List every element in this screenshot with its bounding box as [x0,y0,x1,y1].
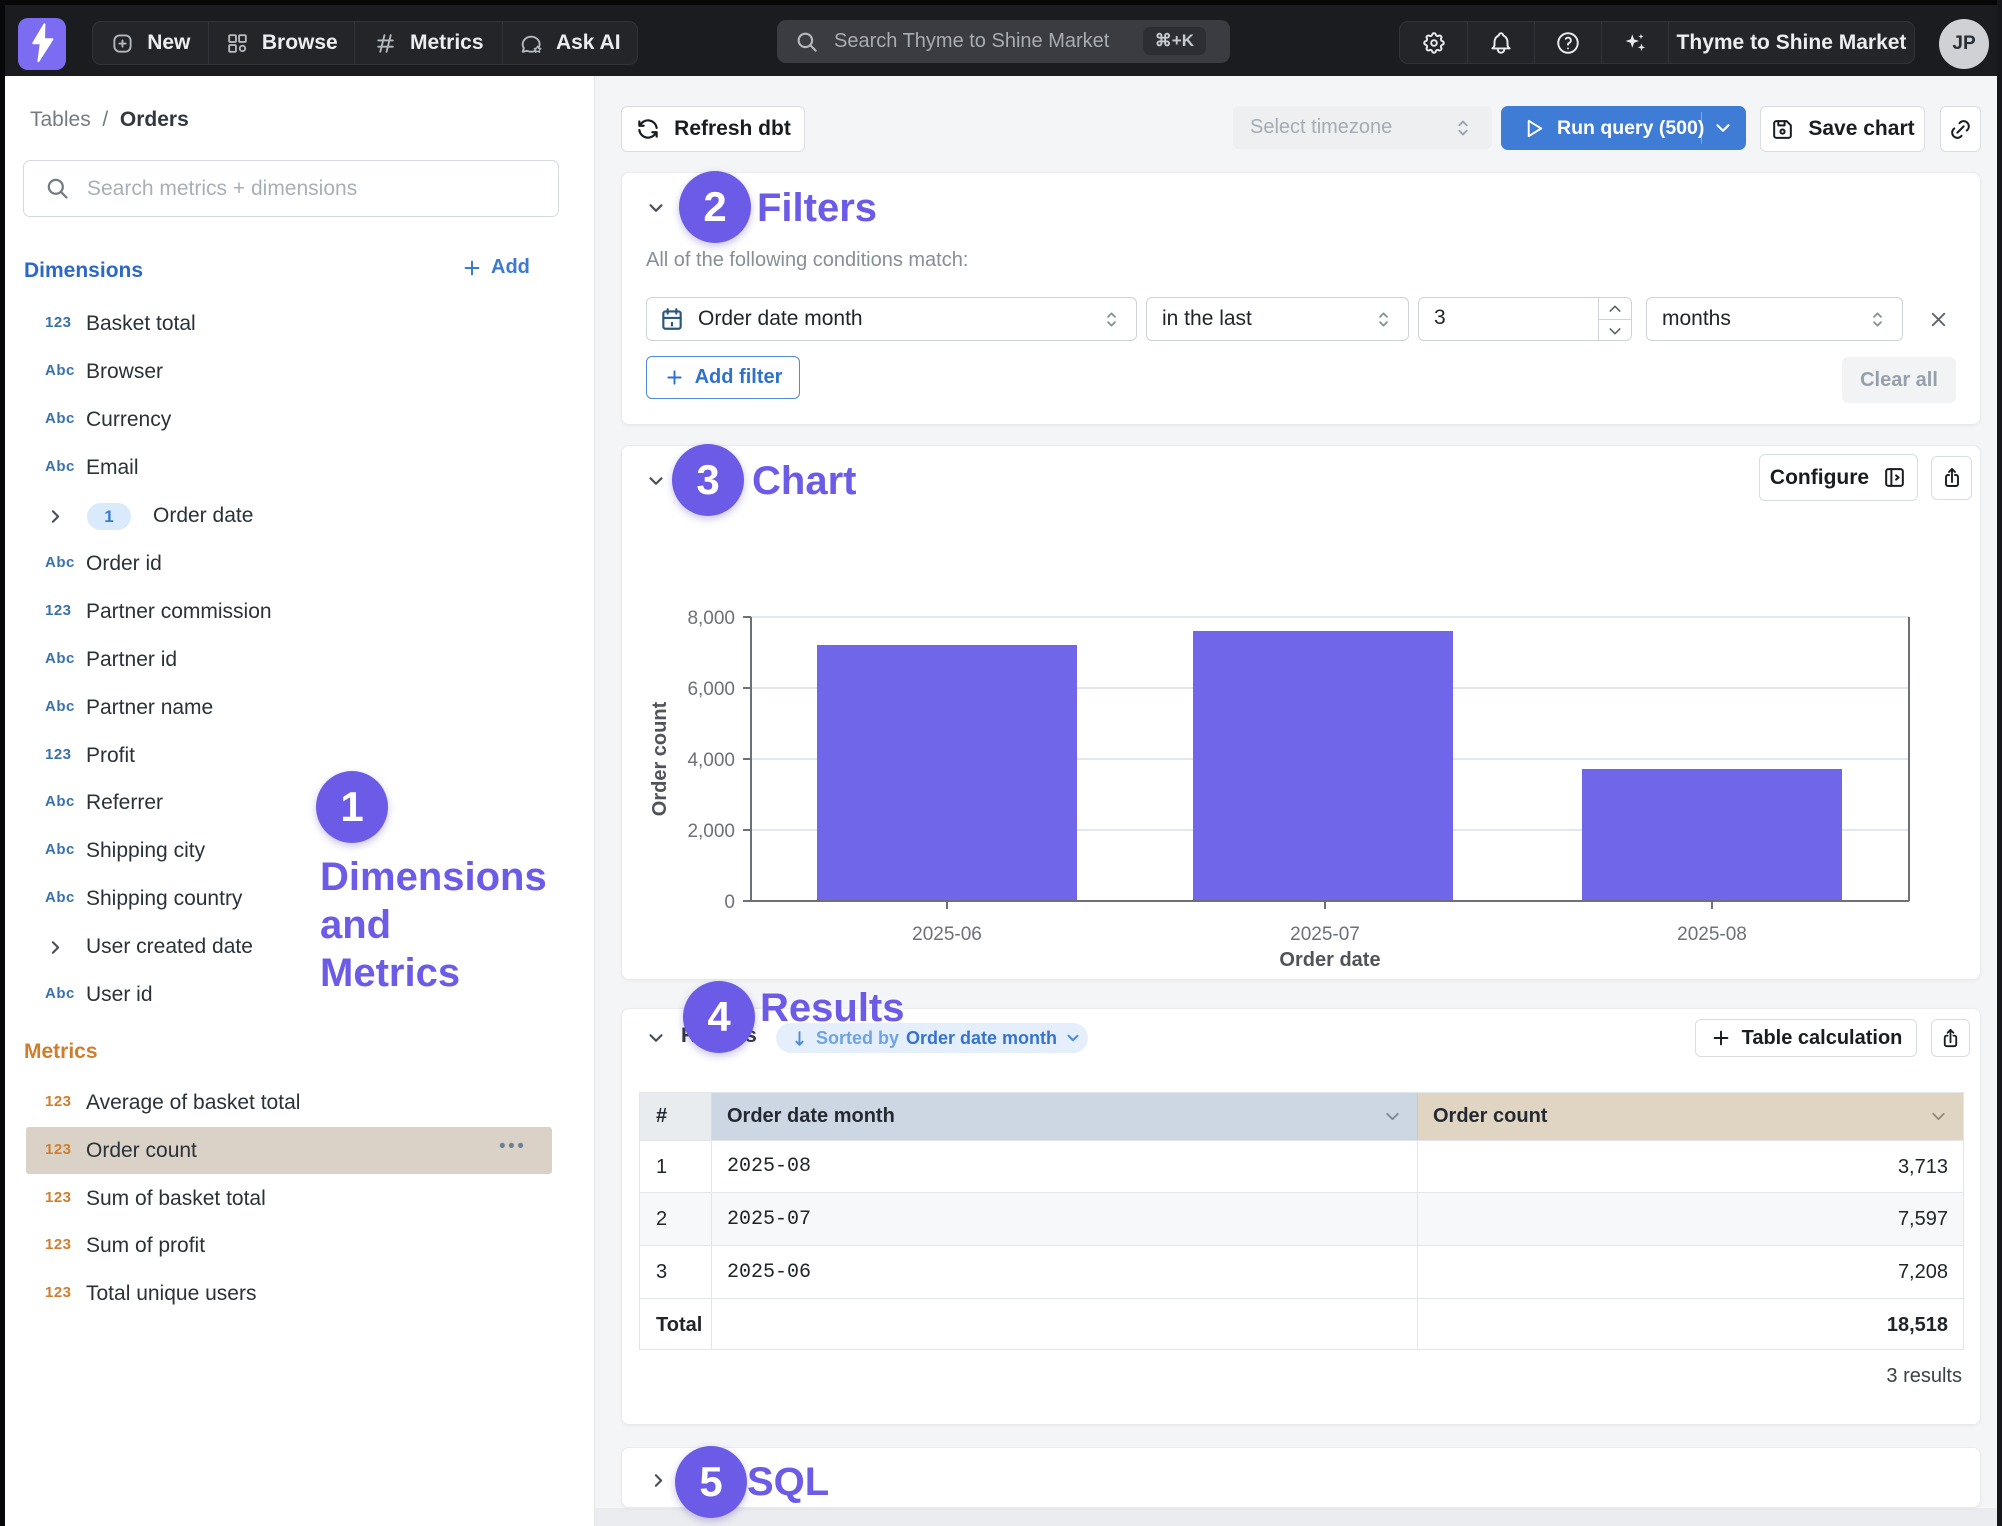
svg-text:2025-08: 2025-08 [1677,924,1747,945]
svg-text:2025-06: 2025-06 [912,924,982,945]
svg-text:0: 0 [724,892,735,913]
svg-text:2,000: 2,000 [687,821,735,842]
svg-text:4,000: 4,000 [687,750,735,771]
svg-text:Order date: Order date [1279,949,1380,971]
svg-text:Order count: Order count [649,701,671,816]
svg-text:6,000: 6,000 [687,679,735,700]
svg-text:8,000: 8,000 [687,608,735,629]
svg-text:2025-07: 2025-07 [1290,924,1360,945]
